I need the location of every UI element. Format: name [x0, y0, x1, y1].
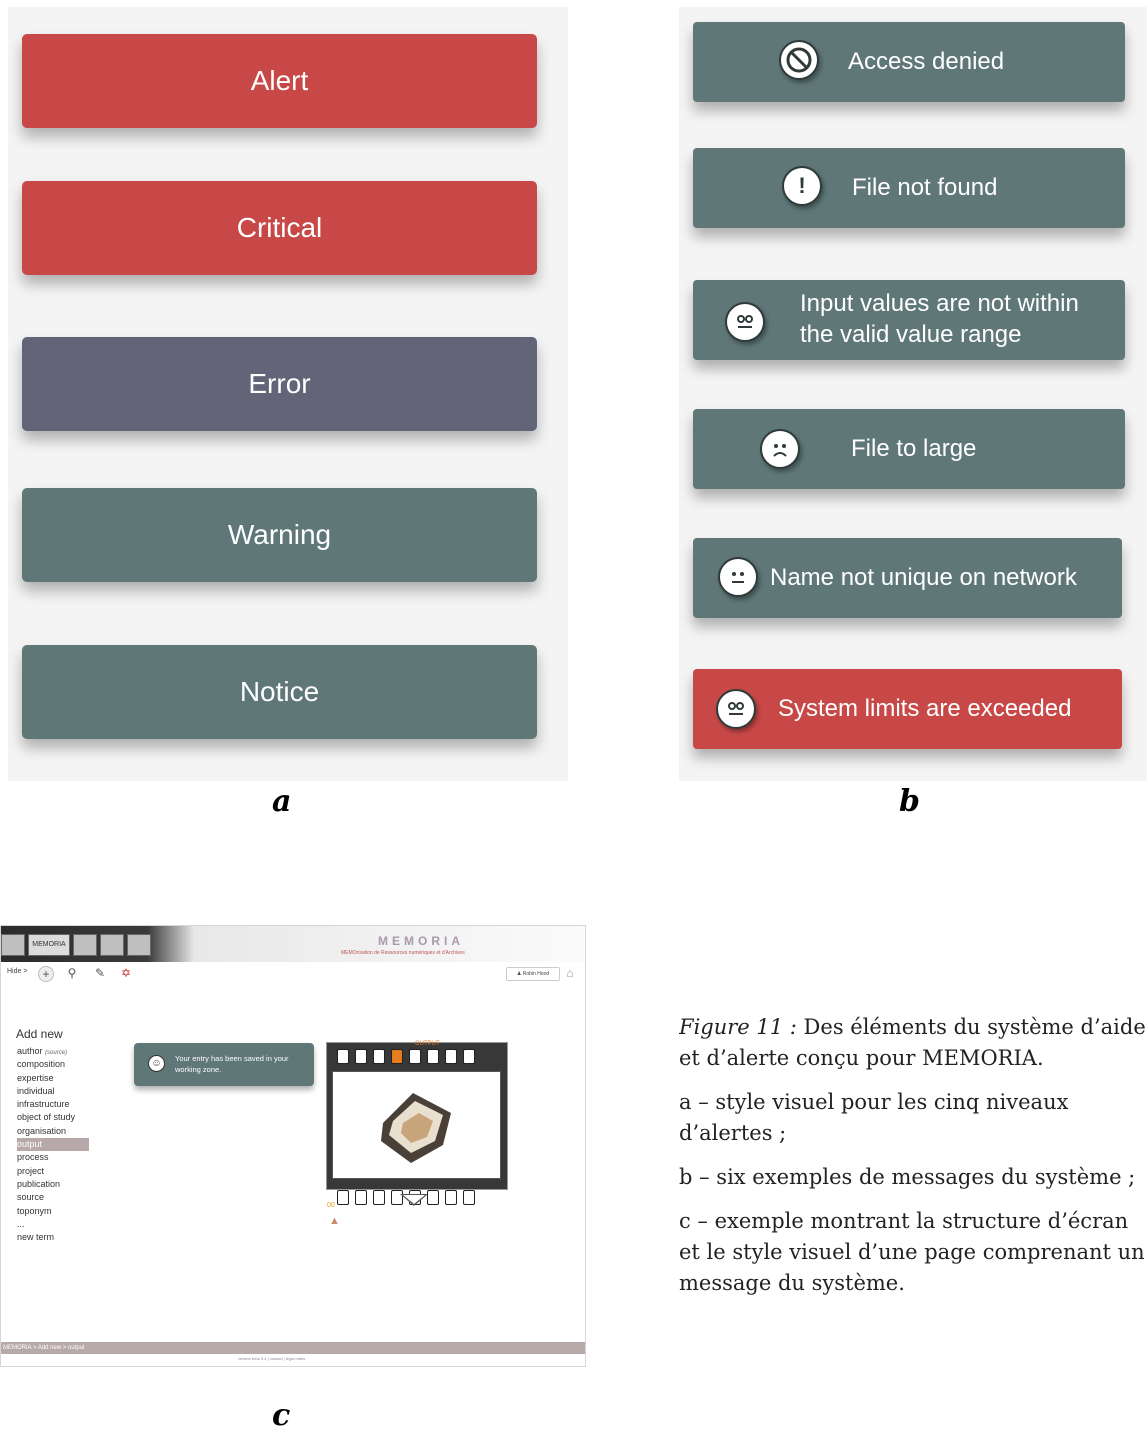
edit-icon[interactable]: ✎	[93, 966, 107, 980]
sidebar-item-new-term[interactable]: new term	[17, 1231, 89, 1244]
frame-counter: 00	[327, 1202, 335, 1209]
caption-a: a – style visuel pour les cinq niveaux d’…	[679, 1087, 1147, 1149]
sidebar-item-process[interactable]: process	[17, 1151, 89, 1164]
sidebar-item-publication[interactable]: publication	[17, 1178, 89, 1191]
author-note: (source)	[45, 1050, 68, 1056]
smiley-icon: ☺	[148, 1055, 165, 1072]
app-header: MEMORIA MEMORIA MEMOrisation de Ressourc…	[1, 926, 585, 962]
alert-levels-panel: Alert Critical Error Warning Notice	[8, 7, 568, 781]
user-name: Robin Hood	[522, 971, 550, 977]
critical-label: Critical	[236, 212, 323, 243]
film-holes-top	[337, 1049, 475, 1064]
alert-label: Alert	[250, 65, 309, 96]
breadcrumb: MEMORIA > Add new > output	[1, 1342, 585, 1354]
invalid-range-line1: Input values are not within	[800, 290, 1079, 317]
name-not-unique-text: Name not unique on network	[770, 564, 1077, 591]
dizzy-face-icon	[725, 302, 765, 342]
footer-links: version beta 0.4 | contact | legal notes	[238, 1356, 306, 1361]
sidebar-item-infrastructure[interactable]: infrastructure	[17, 1098, 89, 1111]
sidebar-item-more[interactable]: ...	[17, 1218, 89, 1231]
sidebar-item-source[interactable]: source	[17, 1191, 89, 1204]
sidebar-item-organisation[interactable]: organisation	[17, 1125, 89, 1138]
caption-title-line2: et d’alerte conçu pour MEMORIA.	[679, 1046, 1044, 1070]
sidebar-item-author[interactable]: author (source)	[17, 1045, 89, 1058]
alert-level-alert: Alert	[22, 34, 537, 128]
caption-c-line1: c – exemple montrant la structure d’écra…	[679, 1209, 1129, 1233]
sidebar-item-object-of-study[interactable]: object of study	[17, 1111, 89, 1124]
run-icon[interactable]: ✡	[119, 966, 133, 980]
panel-a-caption: a	[272, 784, 292, 819]
location-pin-icon[interactable]: ▲	[329, 1215, 340, 1227]
caption-title: Figure 11 : Des éléments du système d’ai…	[679, 1012, 1147, 1074]
panel-b-caption: b	[899, 784, 920, 819]
sidebar-item-expertise[interactable]: expertise	[17, 1072, 89, 1085]
sidebar-item-composition[interactable]: composition	[17, 1058, 89, 1071]
caption-a-line1: a – style visuel pour les cinq niveaux	[679, 1090, 1069, 1114]
message-name-not-unique: Name not unique on network	[693, 538, 1122, 618]
figure-label: Figure 11 :	[679, 1015, 797, 1039]
sad-face-icon	[760, 429, 800, 469]
caption-title-rest: Des éléments du système d’aide	[796, 1015, 1146, 1039]
caption-c-line3: message du système.	[679, 1271, 905, 1295]
panel-c-caption: c	[272, 1398, 291, 1433]
sidebar-menu: author (source) composition expertise in…	[17, 1045, 89, 1244]
neutral-face-icon	[718, 557, 758, 597]
caption-c: c – exemple montrant la structure d’écra…	[679, 1206, 1147, 1299]
expand-arrow-icon[interactable]	[400, 1194, 428, 1206]
building-model-image	[381, 1093, 451, 1163]
system-limits-text: System limits are exceeded	[778, 695, 1072, 722]
sidebar-item-project[interactable]: project	[17, 1165, 89, 1178]
sidebar-title: Add new	[16, 1027, 63, 1041]
access-denied-text: Access denied	[848, 48, 1005, 75]
alert-level-notice: Notice	[22, 645, 537, 739]
brand-subtitle: MEMOrisation de Ressources numériques et…	[341, 950, 465, 956]
alert-level-error: Error	[22, 337, 537, 431]
invalid-range-line2: the valid value range	[800, 321, 1022, 348]
system-messages-panel: Access denied ! File not found Input val…	[679, 7, 1147, 781]
hide-button[interactable]: Hide >	[7, 968, 27, 975]
sidebar-item-individual[interactable]: individual	[17, 1085, 89, 1098]
error-label: Error	[248, 368, 311, 399]
sidebar-item-output[interactable]: output	[17, 1138, 89, 1152]
notice-label: Notice	[239, 676, 320, 707]
search-icon[interactable]: ⚲	[65, 966, 79, 980]
sidebar-item-toponym[interactable]: toponym	[17, 1205, 89, 1218]
message-invalid-range: Input values are not within the valid va…	[693, 280, 1125, 360]
file-not-found-text: File not found	[852, 174, 998, 201]
figure-caption: Figure 11 : Des éléments du système d’ai…	[679, 1012, 1147, 1312]
message-system-limits: System limits are exceeded	[693, 669, 1122, 749]
home-icon[interactable]: ⌂	[563, 966, 577, 980]
frame-tag: OUTPUT	[415, 1041, 440, 1047]
saved-message-text: Your entry has been saved in your workin…	[175, 1054, 289, 1074]
user-button[interactable]: ♟ Robin Hood	[506, 967, 560, 981]
add-icon[interactable]: +	[38, 966, 54, 982]
caption-a-line2: d’alertes ;	[679, 1121, 787, 1145]
sidebar-item-label: author	[17, 1046, 43, 1056]
exclamation-icon: !	[782, 166, 822, 206]
message-file-too-large: File to large	[693, 409, 1125, 489]
alert-level-critical: Critical	[22, 181, 537, 275]
dizzy-face-icon	[716, 689, 756, 729]
file-too-large-text: File to large	[851, 435, 977, 462]
filmstrip-logo: MEMORIA	[1, 934, 151, 956]
alert-level-warning: Warning	[22, 488, 537, 582]
brand-title: MEMORIA	[378, 934, 464, 948]
caption-c-line2: et le style visuel d’une page comprenant…	[679, 1240, 1145, 1264]
caption-b: b – six exemples de messages du système …	[679, 1165, 1136, 1189]
message-file-not-found: ! File not found	[693, 148, 1125, 228]
memoria-screen: MEMORIA MEMORIA MEMOrisation de Ressourc…	[0, 925, 586, 1367]
saved-message: ☺ Your entry has been saved in your work…	[134, 1043, 314, 1086]
no-entry-icon	[779, 40, 819, 80]
logo-text: MEMORIA	[28, 934, 70, 956]
toolbar: Hide > + ⚲ ✎ ✡ ♟ Robin Hood ⌂	[1, 964, 585, 984]
warning-label: Warning	[227, 519, 332, 550]
message-access-denied: Access denied	[693, 22, 1125, 102]
